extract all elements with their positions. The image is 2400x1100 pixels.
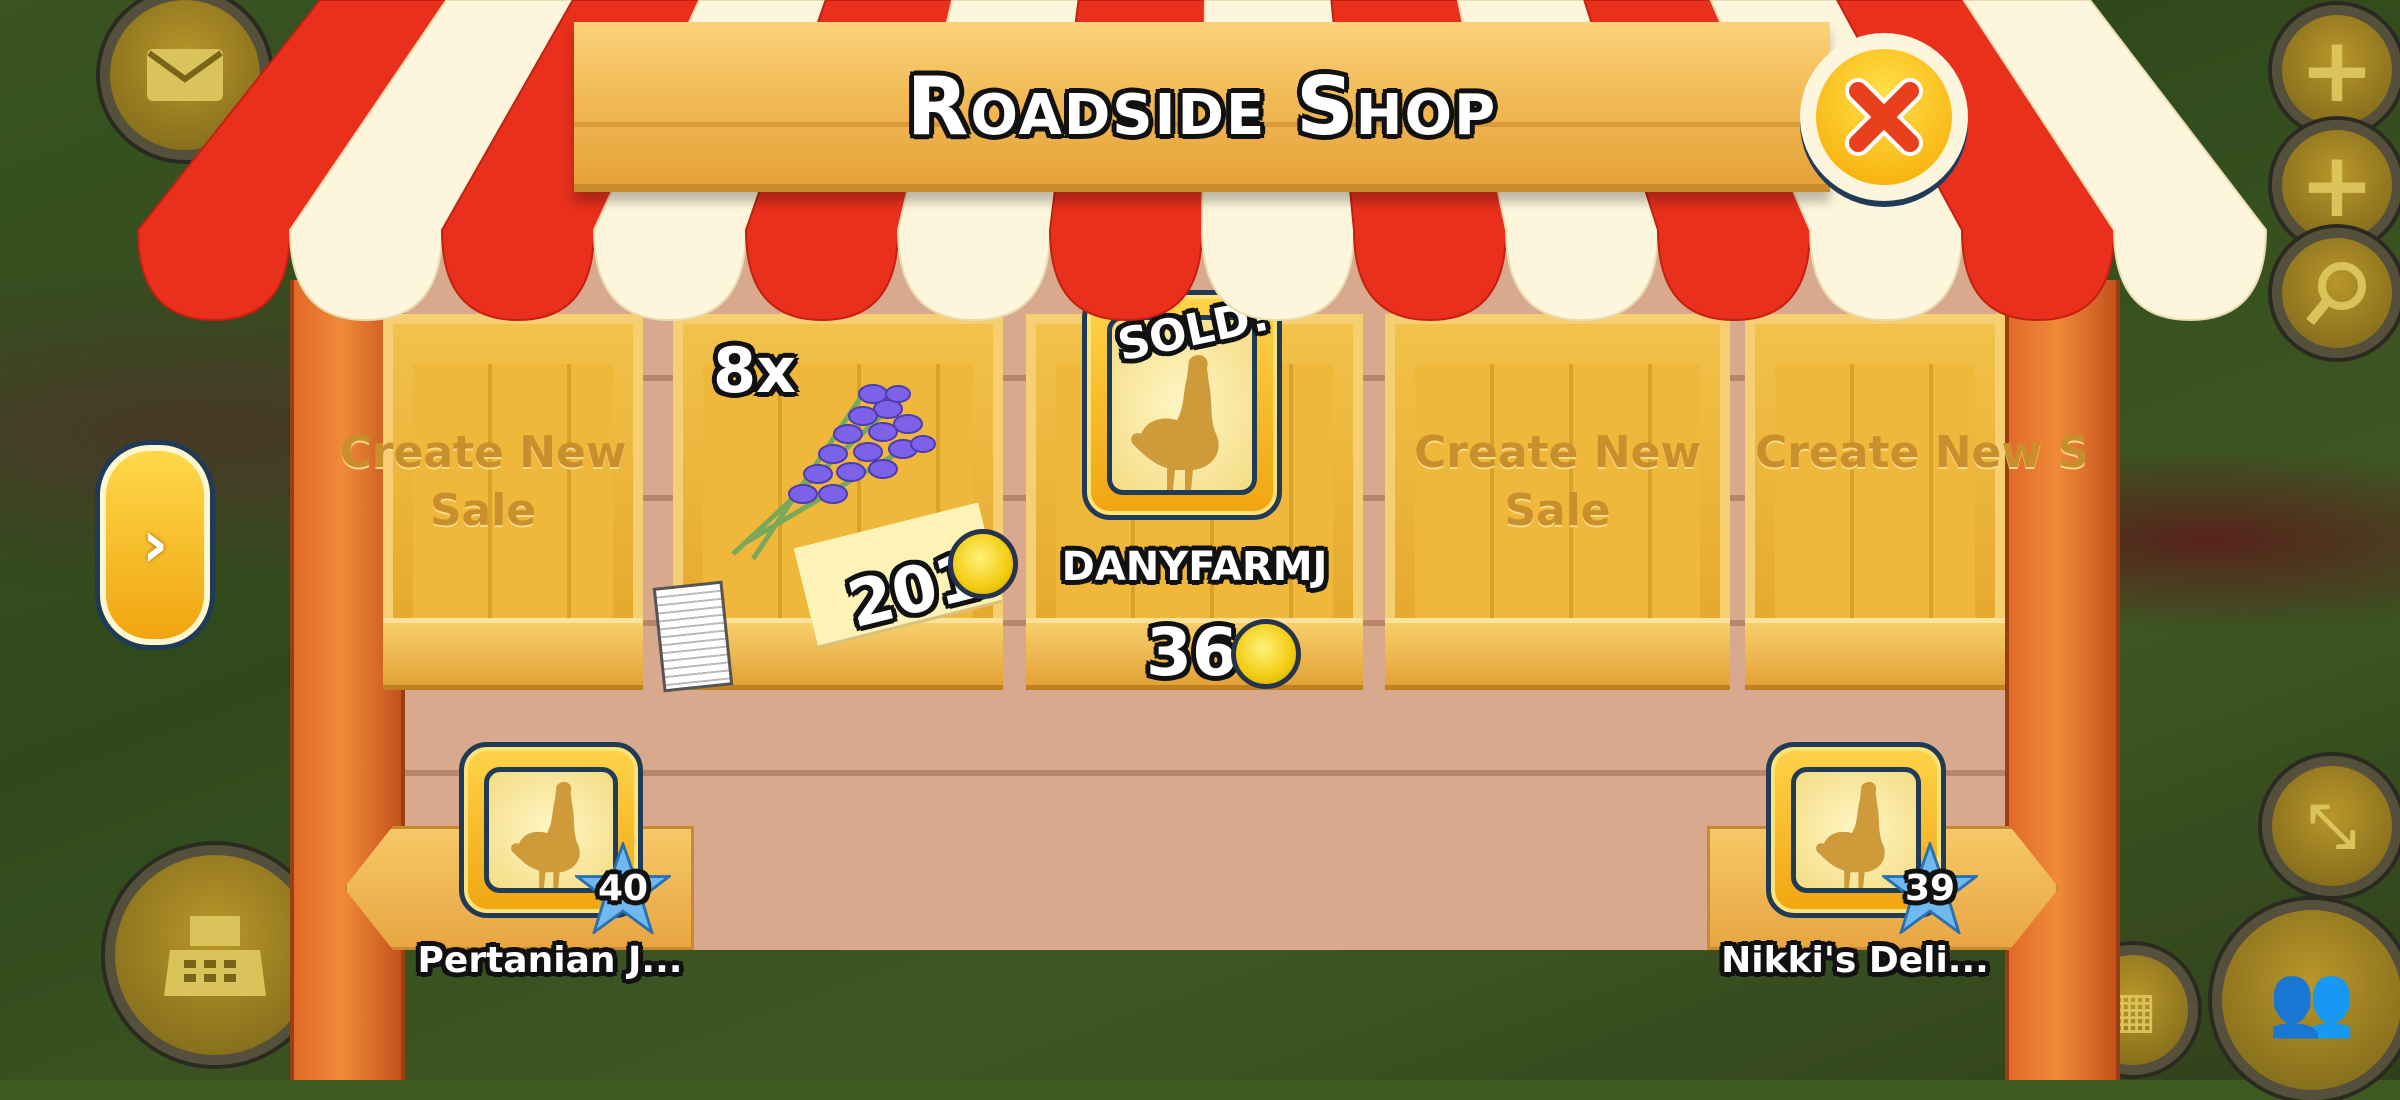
sale-slot-5[interactable]: Create New Sale xyxy=(1745,314,2085,690)
level-star: 40 xyxy=(575,842,671,935)
close-x-icon xyxy=(1845,78,1923,156)
page-title: Roadside Shop xyxy=(906,60,1498,153)
close-button[interactable] xyxy=(1800,33,1968,201)
title-banner: Roadside Shop xyxy=(574,22,1830,192)
sale-slot-2[interactable]: 8x 201 xyxy=(652,314,1018,693)
friend-name: Nikki's Deli... xyxy=(1721,940,1989,981)
sale-slot-4[interactable]: Create New Sale xyxy=(1385,314,1730,690)
friends-icon: 👥 xyxy=(2268,958,2356,1041)
level-label: 39 xyxy=(1904,867,1956,909)
expand-icon: ⤡ xyxy=(2308,791,2356,861)
coin-icon xyxy=(948,529,1018,599)
friends-button[interactable]: 👥 xyxy=(2212,900,2400,1100)
chevron-right-icon: › xyxy=(141,508,169,582)
newspaper-icon[interactable] xyxy=(652,580,734,693)
friend-name: Pertanian J... xyxy=(417,940,683,981)
sold-price: 36 xyxy=(1146,614,1238,691)
expand-button[interactable]: ⤡ xyxy=(2262,756,2400,896)
create-new-sale-label: Create New Sale xyxy=(339,427,627,536)
scroll-left-button[interactable]: › xyxy=(100,445,210,645)
cash-register-icon xyxy=(164,916,266,996)
level-label: 40 xyxy=(597,867,649,909)
create-new-sale-label: Create New Sale xyxy=(1755,427,2085,478)
create-new-sale-label: Create New Sale xyxy=(1413,427,1702,536)
coin-icon xyxy=(1231,619,1301,689)
chicken-silhouette-icon xyxy=(1131,354,1219,490)
buyer-name: DANYFARMJ xyxy=(1061,544,1328,590)
sale-slot-3[interactable]: SOLD! DANYFARMJ 36 xyxy=(1026,290,1363,691)
sale-slot-1[interactable]: Create New Sale xyxy=(339,314,643,690)
level-star: 39 xyxy=(1882,842,1978,935)
